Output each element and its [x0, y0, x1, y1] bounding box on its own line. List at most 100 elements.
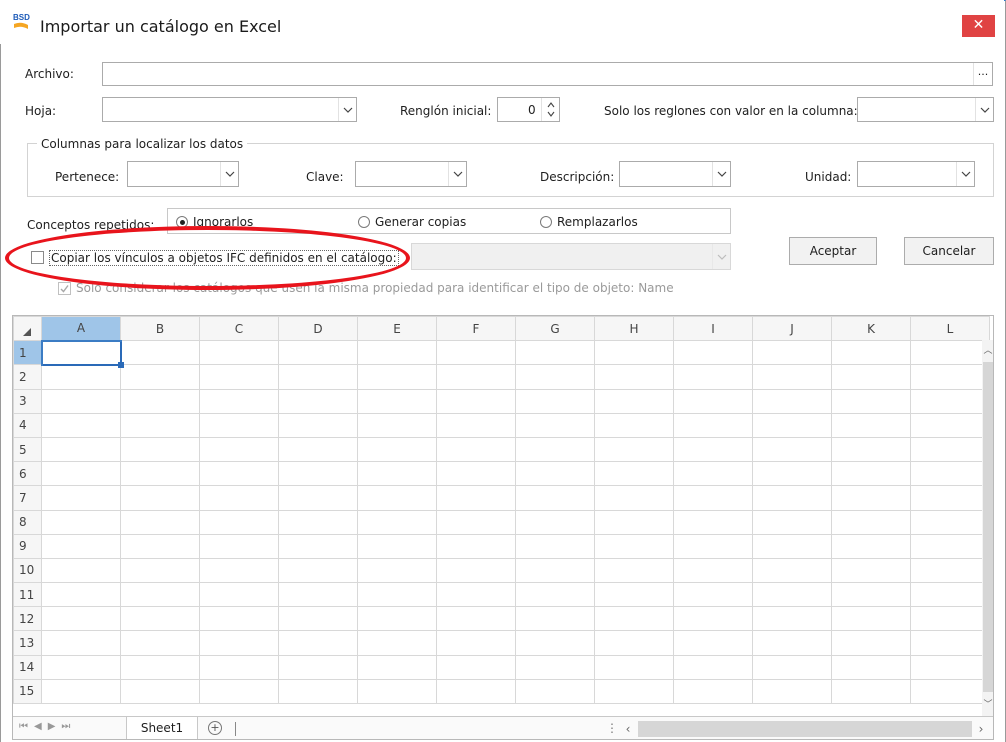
- cell[interactable]: [673, 388, 753, 414]
- cell[interactable]: [41, 557, 121, 584]
- cell[interactable]: [41, 630, 121, 656]
- cell[interactable]: [673, 412, 753, 438]
- cell[interactable]: [120, 606, 200, 632]
- spreadsheet[interactable]: A B C D E F G H I J K L 1 2 3 4 5 6 7 8 …: [12, 315, 994, 740]
- cell[interactable]: [357, 533, 437, 559]
- cell[interactable]: [831, 533, 911, 559]
- cell[interactable]: [357, 388, 437, 414]
- cancelar-button[interactable]: Cancelar: [904, 237, 994, 265]
- vertical-scrollbar[interactable]: ︿ ﹀: [982, 340, 993, 716]
- cell[interactable]: [910, 509, 990, 535]
- cell[interactable]: [357, 557, 437, 584]
- cell[interactable]: [436, 364, 516, 390]
- cell[interactable]: [752, 461, 832, 487]
- aceptar-button[interactable]: Aceptar: [789, 237, 877, 265]
- cell[interactable]: [515, 630, 595, 656]
- scroll-up-icon[interactable]: ︿: [982, 340, 993, 362]
- cell[interactable]: [910, 485, 990, 511]
- col-header[interactable]: K: [831, 316, 911, 342]
- row-header[interactable]: 15: [13, 678, 42, 705]
- cell[interactable]: [436, 606, 516, 632]
- cell[interactable]: [515, 678, 595, 705]
- col-header[interactable]: A: [41, 316, 121, 342]
- scroll-left-icon[interactable]: ‹: [618, 719, 638, 739]
- chevron-down-icon[interactable]: [712, 162, 730, 186]
- row-header[interactable]: 4: [13, 412, 42, 438]
- col-header[interactable]: G: [515, 316, 595, 342]
- splitter-handle[interactable]: ⋮: [606, 721, 618, 735]
- cell[interactable]: [910, 582, 990, 608]
- cell[interactable]: [831, 485, 911, 511]
- cell[interactable]: [752, 654, 832, 680]
- cell[interactable]: [594, 654, 674, 680]
- cell[interactable]: [199, 606, 279, 632]
- cell[interactable]: [278, 654, 358, 680]
- cell[interactable]: [41, 533, 121, 559]
- cell[interactable]: [910, 557, 990, 584]
- cell[interactable]: [594, 509, 674, 535]
- row-header[interactable]: 10: [13, 557, 42, 584]
- cell[interactable]: [120, 678, 200, 705]
- cell[interactable]: [41, 606, 121, 632]
- cell[interactable]: [41, 654, 121, 680]
- cell[interactable]: [199, 557, 279, 584]
- pertenece-combo[interactable]: [127, 161, 239, 187]
- cell[interactable]: [752, 533, 832, 559]
- cell[interactable]: [278, 606, 358, 632]
- col-header[interactable]: L: [910, 316, 990, 342]
- cell[interactable]: [199, 485, 279, 511]
- solo-combo[interactable]: [857, 97, 994, 122]
- cell[interactable]: [831, 654, 911, 680]
- radio-button[interactable]: [358, 216, 370, 228]
- scroll-down-icon[interactable]: ﹀: [982, 694, 993, 716]
- cell[interactable]: [831, 461, 911, 487]
- cell[interactable]: [594, 678, 674, 705]
- cell[interactable]: [515, 606, 595, 632]
- cell[interactable]: [357, 340, 437, 366]
- cell[interactable]: [120, 436, 200, 463]
- chevron-down-icon[interactable]: [448, 162, 466, 186]
- col-header[interactable]: C: [199, 316, 279, 342]
- cell[interactable]: [120, 654, 200, 680]
- cell[interactable]: [831, 606, 911, 632]
- cell[interactable]: [278, 557, 358, 584]
- cell[interactable]: [673, 606, 753, 632]
- cell[interactable]: [752, 436, 832, 463]
- hoja-combo[interactable]: [102, 97, 357, 122]
- cell[interactable]: [436, 630, 516, 656]
- cell[interactable]: [278, 678, 358, 705]
- cell[interactable]: [673, 461, 753, 487]
- cell[interactable]: [910, 654, 990, 680]
- cell[interactable]: [120, 630, 200, 656]
- sheet-grid[interactable]: A B C D E F G H I J K L 1 2 3 4 5 6 7 8 …: [13, 316, 990, 705]
- cell[interactable]: [831, 388, 911, 414]
- cell[interactable]: [910, 340, 990, 366]
- cell[interactable]: [673, 678, 753, 705]
- cell[interactable]: [594, 582, 674, 608]
- cell[interactable]: [120, 461, 200, 487]
- clave-combo[interactable]: [355, 161, 467, 187]
- cell[interactable]: [831, 340, 911, 366]
- cell[interactable]: [831, 509, 911, 535]
- cell[interactable]: [357, 364, 437, 390]
- cell[interactable]: [120, 533, 200, 559]
- cell[interactable]: [41, 388, 121, 414]
- cell[interactable]: [673, 509, 753, 535]
- cell[interactable]: [199, 582, 279, 608]
- row-header[interactable]: 5: [13, 436, 42, 463]
- cell[interactable]: [120, 582, 200, 608]
- col-header[interactable]: E: [357, 316, 437, 342]
- cell[interactable]: [515, 557, 595, 584]
- chevron-down-icon[interactable]: [220, 162, 238, 186]
- archivo-field[interactable]: ...: [102, 62, 993, 86]
- cell[interactable]: [120, 364, 200, 390]
- cell[interactable]: [910, 436, 990, 463]
- cell[interactable]: [752, 364, 832, 390]
- cell[interactable]: [199, 678, 279, 705]
- cell[interactable]: [278, 582, 358, 608]
- cell[interactable]: [831, 678, 911, 705]
- cell[interactable]: [831, 412, 911, 438]
- cell[interactable]: [357, 582, 437, 608]
- cell[interactable]: [278, 340, 358, 366]
- cell[interactable]: [515, 654, 595, 680]
